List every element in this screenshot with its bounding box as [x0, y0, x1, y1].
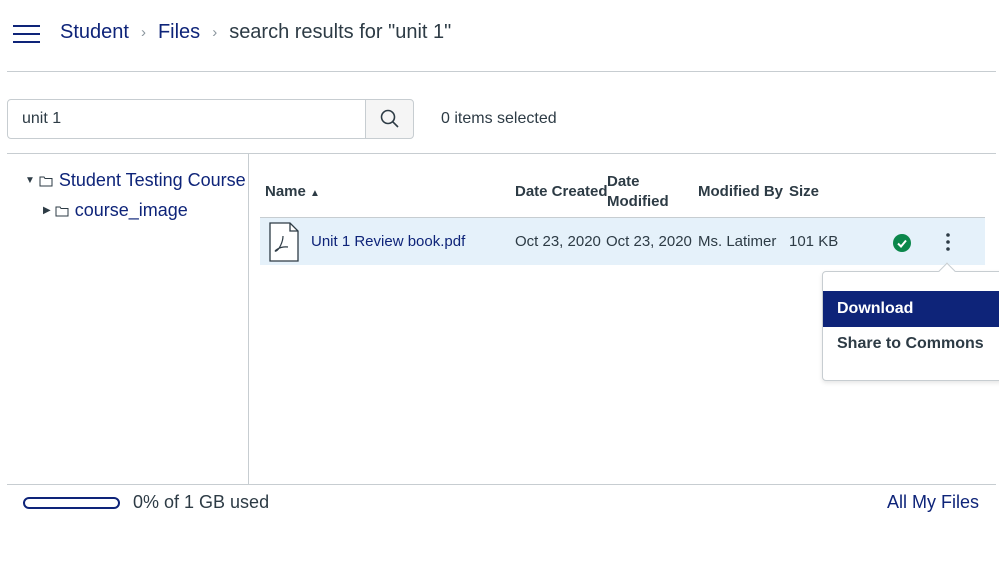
file-actions-menu: Download Share to Commons: [822, 271, 999, 381]
quota-text: 0% of 1 GB used: [133, 492, 270, 512]
all-my-files-link[interactable]: All My Files: [887, 492, 979, 513]
modified-by: Ms. Latimer: [698, 233, 777, 250]
column-header-size[interactable]: Size: [789, 183, 819, 200]
file-name-link[interactable]: Unit 1 Review book.pdf: [311, 233, 465, 250]
divider: [7, 484, 996, 485]
column-header-date-created[interactable]: Date Created: [515, 183, 608, 200]
file-size: 101 KB: [789, 233, 839, 250]
breadcrumb-files[interactable]: Files: [158, 21, 200, 44]
search-button[interactable]: [365, 99, 414, 139]
header-label: Modified: [607, 193, 669, 210]
folder-icon: [39, 176, 53, 186]
breadcrumb-student[interactable]: Student: [60, 21, 129, 44]
quota-progress-bar: [23, 497, 120, 509]
sort-ascending-icon: ▲: [310, 188, 320, 199]
hamburger-menu-icon[interactable]: [13, 25, 40, 43]
more-options-icon[interactable]: [944, 232, 952, 252]
search-icon: [380, 109, 399, 128]
tree-node-label[interactable]: course_image: [75, 200, 188, 221]
chevron-right-icon: ›: [140, 24, 146, 41]
table-row[interactable]: Unit 1 Review book.pdf Oct 23, 2020 Oct …: [260, 217, 985, 265]
date-created: Oct 23, 2020: [515, 233, 601, 250]
search-input[interactable]: [7, 99, 366, 139]
folder-tree: ▼ Student Testing Course ▶ course_image: [0, 154, 249, 484]
folder-icon: [55, 206, 69, 216]
selection-count: 0 items selected: [441, 110, 557, 127]
header-label: Name: [265, 183, 306, 200]
divider: [7, 71, 996, 72]
date-modified: Oct 23, 2020: [606, 233, 692, 250]
menu-item-download[interactable]: Download: [823, 291, 999, 327]
column-header-name[interactable]: Name ▲: [265, 183, 320, 200]
column-header-date-modified[interactable]: Date Modified: [607, 172, 669, 212]
chevron-right-icon: ›: [212, 24, 218, 41]
column-header-modified-by[interactable]: Modified By: [698, 183, 783, 200]
published-check-icon[interactable]: [893, 234, 911, 252]
caret-right-icon[interactable]: ▶: [43, 205, 51, 216]
menu-item-share-to-commons[interactable]: Share to Commons: [823, 326, 999, 362]
pdf-file-icon: [269, 222, 299, 262]
tree-node-child[interactable]: ▶ course_image: [43, 200, 188, 221]
caret-down-icon[interactable]: ▼: [25, 175, 35, 186]
tree-node-root[interactable]: ▼ Student Testing Course: [25, 170, 246, 191]
header-label: Date: [607, 173, 640, 190]
breadcrumb-current: search results for "unit 1": [229, 21, 452, 43]
tree-node-label[interactable]: Student Testing Course: [59, 170, 246, 191]
breadcrumb: Student › Files › search results for "un…: [60, 21, 451, 44]
